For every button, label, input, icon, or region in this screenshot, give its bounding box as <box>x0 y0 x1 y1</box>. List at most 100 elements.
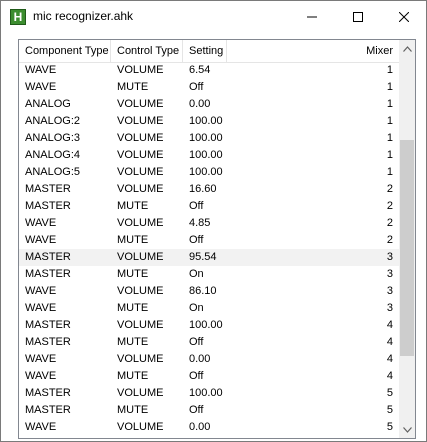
minimize-icon <box>307 16 317 17</box>
cell-component-type: ANALOG <box>25 98 71 110</box>
cell-setting: 4.85 <box>189 217 211 229</box>
cell-setting: 6.54 <box>189 64 211 76</box>
cell-control-type: MUTE <box>117 268 149 280</box>
list-row[interactable]: MASTER VOLUME 95.54 3 <box>19 249 399 266</box>
cell-mixer: 1 <box>386 166 393 178</box>
list-row[interactable]: WAVE MUTE Off 4 <box>19 368 399 385</box>
cell-control-type: MUTE <box>117 302 149 314</box>
cell-control-type: MUTE <box>117 200 149 212</box>
cell-control-type: VOLUME <box>117 115 164 127</box>
cell-mixer: 2 <box>386 183 393 195</box>
cell-control-type: VOLUME <box>117 251 164 263</box>
cell-component-type: WAVE <box>25 421 57 433</box>
close-button[interactable] <box>381 1 427 32</box>
cell-mixer: 1 <box>386 149 393 161</box>
cell-mixer: 1 <box>386 81 393 93</box>
cell-component-type: ANALOG:3 <box>25 132 81 144</box>
cell-component-type: WAVE <box>25 64 57 76</box>
list-row[interactable]: MASTER MUTE Off 5 <box>19 402 399 419</box>
list-row[interactable]: ANALOG:2 VOLUME 100.00 1 <box>19 113 399 130</box>
cell-control-type: MUTE <box>117 234 149 246</box>
list-row[interactable]: WAVE MUTE Off 1 <box>19 79 399 96</box>
cell-mixer: 5 <box>386 421 393 433</box>
cell-setting: Off <box>189 81 204 93</box>
cell-mixer: 2 <box>386 234 393 246</box>
column-header-component-type[interactable]: Component Type <box>19 40 111 62</box>
list-row[interactable]: WAVE MUTE On 3 <box>19 300 399 317</box>
cell-component-type: WAVE <box>25 81 57 93</box>
cell-control-type: MUTE <box>117 81 149 93</box>
cell-setting: 100.00 <box>189 166 223 178</box>
close-icon <box>399 11 409 22</box>
cell-mixer: 2 <box>386 217 393 229</box>
cell-component-type: MASTER <box>25 268 71 280</box>
cell-setting: 100.00 <box>189 149 223 161</box>
cell-control-type: VOLUME <box>117 387 164 399</box>
list-row[interactable]: ANALOG:3 VOLUME 100.00 1 <box>19 130 399 147</box>
list-row[interactable]: WAVE VOLUME 86.10 3 <box>19 283 399 300</box>
list-row[interactable]: MASTER VOLUME 16.60 2 <box>19 181 399 198</box>
scroll-down-button[interactable] <box>399 421 415 438</box>
cell-mixer: 1 <box>386 132 393 144</box>
cell-mixer: 1 <box>386 115 393 127</box>
list-row[interactable]: ANALOG VOLUME 0.00 1 <box>19 96 399 113</box>
scroll-up-button[interactable] <box>399 40 415 57</box>
chevron-down-icon <box>402 426 412 433</box>
list-row[interactable]: MASTER MUTE Off 4 <box>19 334 399 351</box>
list-row[interactable]: WAVE VOLUME 6.54 1 <box>19 62 399 79</box>
mixer-list-view[interactable]: Component Type Control Type Setting Mixe… <box>18 39 416 439</box>
vertical-scrollbar[interactable] <box>399 40 415 438</box>
cell-component-type: ANALOG:5 <box>25 166 81 178</box>
chevron-up-icon <box>402 45 412 52</box>
column-header-control-type[interactable]: Control Type <box>111 40 183 62</box>
cell-component-type: WAVE <box>25 353 57 365</box>
cell-control-type: VOLUME <box>117 353 164 365</box>
list-row[interactable]: WAVE MUTE Off 2 <box>19 232 399 249</box>
cell-mixer: 3 <box>386 302 393 314</box>
column-header-mixer[interactable]: Mixer <box>227 40 399 62</box>
maximize-button[interactable] <box>335 1 381 32</box>
cell-mixer: 5 <box>386 404 393 416</box>
list-header: Component Type Control Type Setting Mixe… <box>19 40 399 63</box>
cell-setting: 100.00 <box>189 387 223 399</box>
list-row[interactable]: WAVE VOLUME 0.00 5 <box>19 419 399 436</box>
list-row[interactable]: WAVE VOLUME 0.00 4 <box>19 351 399 368</box>
list-row[interactable]: MASTER VOLUME 100.00 5 <box>19 385 399 402</box>
cell-mixer: 2 <box>386 200 393 212</box>
cell-setting: Off <box>189 200 204 212</box>
cell-control-type: VOLUME <box>117 166 164 178</box>
window-title: mic recognizer.ahk <box>33 9 134 23</box>
cell-control-type: VOLUME <box>117 285 164 297</box>
title-bar[interactable]: H mic recognizer.ahk <box>1 1 426 32</box>
cell-control-type: MUTE <box>117 370 149 382</box>
scroll-thumb[interactable] <box>400 140 414 356</box>
cell-component-type: MASTER <box>25 336 71 348</box>
cell-setting: Off <box>189 404 204 416</box>
cell-component-type: WAVE <box>25 217 57 229</box>
list-row[interactable]: MASTER MUTE On 3 <box>19 266 399 283</box>
cell-setting: 100.00 <box>189 115 223 127</box>
cell-component-type: ANALOG:4 <box>25 149 81 161</box>
cell-component-type: MASTER <box>25 183 71 195</box>
cell-control-type: MUTE <box>117 336 149 348</box>
list-row[interactable]: MASTER MUTE Off 2 <box>19 198 399 215</box>
cell-control-type: MUTE <box>117 404 149 416</box>
cell-mixer: 1 <box>386 64 393 76</box>
cell-setting: 95.54 <box>189 251 217 263</box>
cell-setting: 100.00 <box>189 132 223 144</box>
cell-component-type: WAVE <box>25 370 57 382</box>
cell-setting: Off <box>189 336 204 348</box>
cell-mixer: 3 <box>386 268 393 280</box>
cell-component-type: WAVE <box>25 302 57 314</box>
minimize-button[interactable] <box>289 1 335 32</box>
list-row[interactable]: MASTER VOLUME 100.00 4 <box>19 317 399 334</box>
list-row[interactable]: ANALOG:5 VOLUME 100.00 1 <box>19 164 399 181</box>
list-row[interactable]: WAVE VOLUME 4.85 2 <box>19 215 399 232</box>
column-header-setting[interactable]: Setting <box>183 40 227 62</box>
list-rows: WAVE VOLUME 6.54 1 WAVE MUTE Off 1 ANALOG VOLUME 0… <box>19 62 399 436</box>
cell-control-type: VOLUME <box>117 217 164 229</box>
cell-setting: 16.60 <box>189 183 217 195</box>
cell-component-type: MASTER <box>25 319 71 331</box>
cell-component-type: ANALOG:2 <box>25 115 81 127</box>
list-row[interactable]: ANALOG:4 VOLUME 100.00 1 <box>19 147 399 164</box>
